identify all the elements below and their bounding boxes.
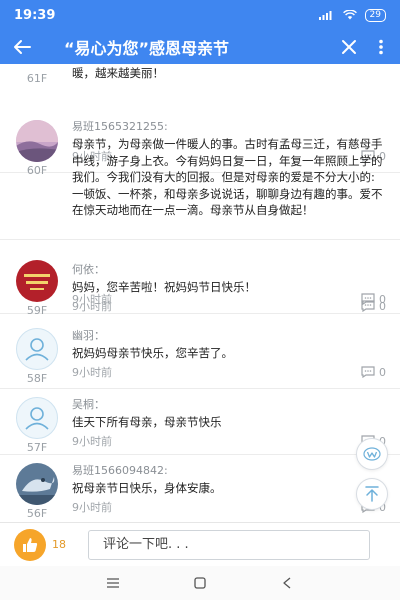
avatar-image — [16, 260, 58, 302]
page-title: “易心为您”感恩母亲节 — [64, 39, 230, 58]
username[interactable]: 易班1566094842: — [72, 463, 386, 479]
comment-text: 妈妈，您辛苦啦！祝妈妈节日快乐！ — [72, 280, 256, 294]
avatar-image — [16, 463, 58, 505]
more-vert-icon — [379, 39, 383, 55]
thumbs-up-icon — [23, 537, 38, 552]
floor-number: 60F — [26, 164, 48, 177]
back-triangle-icon — [282, 577, 291, 589]
battery-icon: 29 — [364, 8, 386, 22]
reply-count: 0 — [379, 299, 386, 313]
close-button[interactable] — [332, 30, 366, 64]
comment-input[interactable] — [88, 529, 370, 560]
username[interactable]: 易班1565321255: — [72, 119, 386, 135]
comment-time: 9小时前 — [72, 366, 112, 379]
reply-count: 0 — [379, 365, 386, 379]
comment-time: 9小时前 — [72, 300, 112, 313]
back-arrow-icon — [14, 40, 31, 54]
floor-number: 58F — [26, 372, 48, 385]
comment-time: 9小时前 — [72, 501, 112, 514]
scroll-top-button[interactable] — [356, 478, 388, 510]
home-square-icon — [194, 577, 206, 589]
avatar[interactable] — [16, 397, 58, 439]
avatar[interactable] — [16, 260, 58, 302]
share-button[interactable] — [356, 438, 388, 470]
home-nav-button[interactable] — [185, 571, 215, 595]
avatar-image — [16, 120, 58, 162]
like-button[interactable] — [14, 528, 46, 561]
system-nav-bar — [0, 566, 400, 600]
comment-time: 9小时前 — [72, 435, 112, 448]
comment-bar: 18 — [0, 522, 400, 566]
comment-text: 暖，越来越美丽！ — [72, 66, 164, 80]
signal-icon — [318, 11, 332, 20]
username[interactable]: 何依： — [72, 262, 386, 278]
default-user-icon — [25, 338, 49, 361]
reply-icon — [361, 366, 375, 378]
comment-text: 祝妈妈母亲节快乐，您辛苦了。 — [72, 346, 233, 360]
floor-number: 59F — [26, 304, 48, 317]
floor-number: 61F — [26, 72, 48, 85]
share-icon — [363, 447, 381, 461]
reply-button[interactable]: 0 — [361, 300, 386, 313]
floor-number: 56F — [26, 507, 48, 520]
reply-icon — [361, 300, 375, 312]
back-nav-button[interactable] — [272, 571, 302, 595]
default-user-icon — [25, 407, 49, 430]
comment-item: 58F 幽羽： 祝妈妈母亲节快乐，您辛苦了。 9小时前 0 — [0, 320, 400, 389]
close-icon — [342, 40, 356, 54]
comment-list[interactable]: 61F 暖，越来越美丽！ 9小时前 0 60F 易班1565321255: 母亲… — [0, 64, 400, 522]
comment-text: 佳天下所有母亲，母亲节快乐 — [72, 415, 222, 429]
wifi-icon — [342, 10, 357, 20]
menu-icon — [107, 578, 120, 588]
avatar[interactable] — [16, 463, 58, 505]
comment-item: 60F 易班1565321255: 母亲节，为母亲做一件暖人的事。古时有孟母三迁… — [0, 107, 400, 306]
back-button[interactable] — [0, 30, 44, 64]
avatar[interactable] — [16, 120, 58, 162]
more-button[interactable] — [366, 30, 396, 64]
like-count: 18 — [52, 538, 66, 551]
comment-item: 57F 吴桐： 佳天下所有母亲，母亲节快乐 9小时前 0 — [0, 389, 400, 455]
status-time: 19:39 — [14, 7, 56, 23]
menu-nav-button[interactable] — [98, 571, 128, 595]
app-bar: “易心为您”感恩母亲节 — [0, 30, 400, 64]
avatar[interactable] — [16, 328, 58, 370]
username[interactable]: 吴桐： — [72, 397, 386, 413]
comment-item: 59F 何依： 妈妈，您辛苦啦！祝妈妈节日快乐！ 9小时前 0 — [0, 252, 400, 317]
reply-button[interactable]: 0 — [361, 366, 386, 379]
comment-text: 母亲节，为母亲做一件暖人的事。古时有孟母三迁，有慈母手中线，游子身上衣。今有妈妈… — [72, 137, 383, 217]
scroll-top-icon — [365, 486, 379, 502]
status-bar: 19:39 29 — [0, 0, 400, 30]
comment-text: 祝母亲节日快乐，身体安康。 — [72, 481, 222, 495]
comment-item: 56F 易班1566094842: 祝母亲节日快乐，身体安康。 9小时前 0 — [0, 455, 400, 522]
floor-number: 57F — [26, 441, 48, 454]
status-icons: 29 — [318, 8, 386, 22]
username[interactable]: 幽羽： — [72, 328, 386, 344]
